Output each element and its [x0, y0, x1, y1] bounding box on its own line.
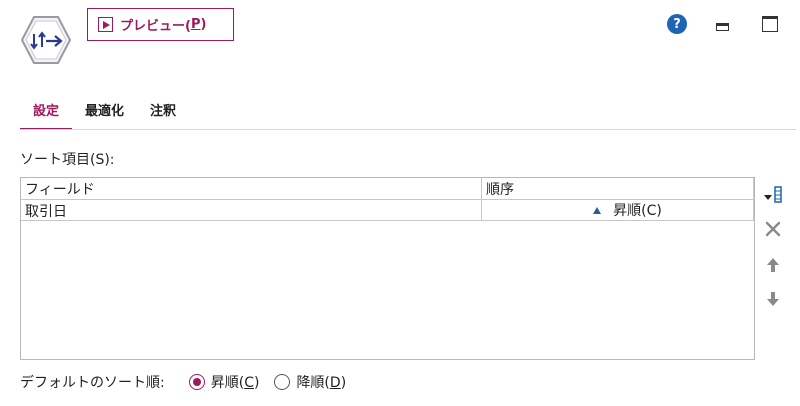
- ascending-radio[interactable]: [188, 374, 205, 390]
- order-cell[interactable]: 昇順(C): [482, 200, 754, 220]
- arrow-up-icon: [767, 258, 779, 272]
- move-up-button[interactable]: [760, 252, 786, 278]
- table-header: フィールド 順序: [21, 178, 754, 200]
- descending-radio[interactable]: [274, 374, 291, 390]
- descending-radio-option[interactable]: 降順(D): [274, 372, 346, 392]
- maximize-icon[interactable]: [762, 16, 778, 32]
- table-row[interactable]: 取引日 昇順(C): [21, 200, 754, 221]
- field-picker-icon: [764, 186, 782, 203]
- preview-key: P: [190, 17, 201, 32]
- ascending-arrow-icon: [593, 206, 602, 214]
- help-glyph: ?: [673, 16, 681, 32]
- sort-node-icon: [20, 14, 72, 66]
- play-icon: [98, 17, 113, 32]
- ascending-radio-option[interactable]: 昇順(C): [188, 372, 260, 392]
- order-value: 昇順(C): [613, 203, 662, 219]
- default-sort-order: デフォルトのソート順: 昇順(C) 降順(D): [20, 372, 361, 392]
- move-down-button[interactable]: [760, 286, 786, 312]
- delete-button[interactable]: [760, 216, 786, 242]
- ascending-radio-label: 昇順(C): [210, 375, 260, 391]
- delete-x-icon: [765, 221, 781, 237]
- help-icon[interactable]: ?: [667, 14, 687, 34]
- sort-fields-label: ソート項目(S):: [20, 152, 115, 168]
- add-field-button[interactable]: [760, 182, 786, 208]
- column-header-order[interactable]: 順序: [482, 178, 754, 199]
- sort-table[interactable]: フィールド 順序 取引日 昇順(C): [20, 177, 755, 360]
- tab-settings[interactable]: 設定: [20, 90, 73, 130]
- arrow-down-icon: [767, 292, 779, 306]
- tab-divider: [20, 129, 796, 130]
- tab-bar: 設定 最適化 注釈: [20, 90, 189, 130]
- preview-close: ): [200, 17, 207, 32]
- column-header-field[interactable]: フィールド: [21, 178, 482, 199]
- minimize-icon[interactable]: [716, 23, 729, 31]
- descending-radio-label: 降順(D): [296, 375, 347, 391]
- tab-optimization[interactable]: 最適化: [72, 90, 137, 130]
- field-cell[interactable]: 取引日: [21, 200, 482, 220]
- preview-label: プレビュー(: [120, 19, 191, 34]
- default-sort-label: デフォルトのソート順:: [20, 375, 165, 391]
- tab-annotations[interactable]: 注釈: [137, 90, 189, 130]
- preview-button[interactable]: プレビュー(P): [87, 8, 234, 41]
